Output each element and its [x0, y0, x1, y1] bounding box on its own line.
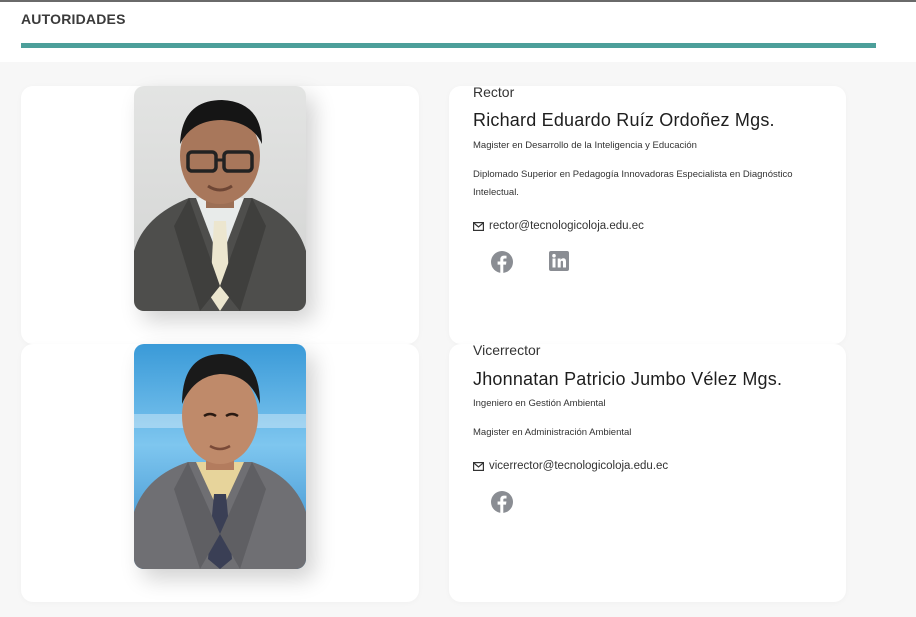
- rector-qualification-1: Magister en Desarrollo de la Inteligenci…: [473, 140, 697, 151]
- vicerrector-email-row[interactable]: vicerrector@tecnologicoloja.edu.ec: [473, 460, 668, 472]
- section-title: AUTORIDADES: [21, 11, 126, 27]
- rector-email[interactable]: rector@tecnologicoloja.edu.ec: [489, 220, 644, 232]
- section-header: AUTORIDADES: [0, 2, 916, 62]
- rector-facebook-icon[interactable]: [491, 251, 513, 273]
- vicerrector-photo: [134, 344, 306, 569]
- vicerrector-qualification-2: Magister en Administración Ambiental: [473, 427, 632, 438]
- title-underline: [21, 43, 876, 48]
- rector-name: Richard Eduardo Ruíz Ordoñez Mgs.: [473, 110, 775, 130]
- rector-photo: [134, 86, 306, 311]
- vicerrector-name: Jhonnatan Patricio Jumbo Vélez Mgs.: [473, 369, 783, 389]
- rector-role: Rector: [473, 84, 515, 100]
- vicerrector-role: Vicerrector: [473, 342, 541, 358]
- vicerrector-email[interactable]: vicerrector@tecnologicoloja.edu.ec: [489, 460, 668, 472]
- mail-icon: [473, 461, 485, 471]
- rector-qualification-2: Diplomado Superior en Pedagogía Innovado…: [473, 169, 793, 198]
- mail-icon: [473, 221, 485, 231]
- rector-linkedin-icon[interactable]: [549, 251, 569, 271]
- vicerrector-qualification-1: Ingeniero en Gestión Ambiental: [473, 398, 606, 409]
- vicerrector-facebook-icon[interactable]: [491, 491, 513, 513]
- rector-email-row[interactable]: rector@tecnologicoloja.edu.ec: [473, 220, 644, 232]
